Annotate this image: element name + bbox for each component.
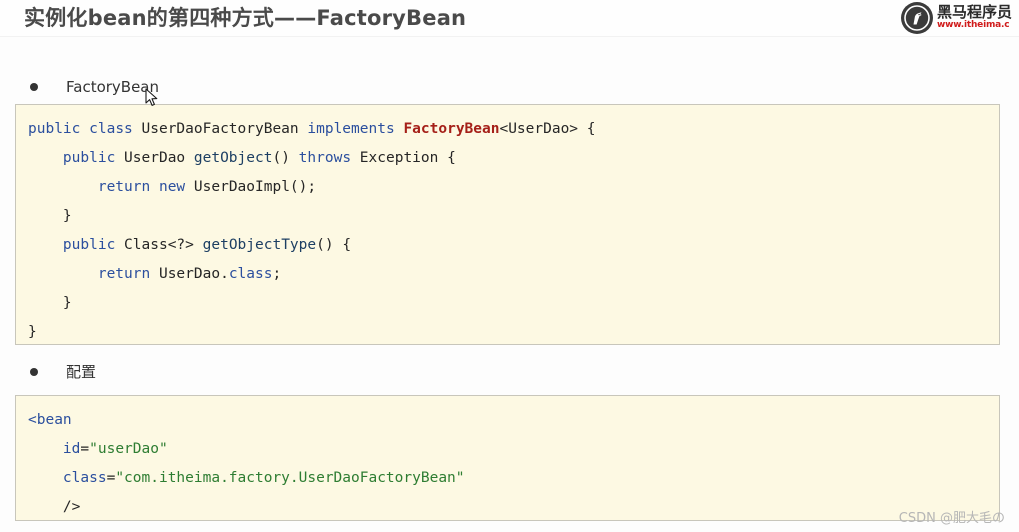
bullet-dot-icon <box>30 367 38 376</box>
java-code-line: public UserDao getObject() throws Except… <box>28 144 987 173</box>
page-title: 实例化bean的第四种方式——FactoryBean <box>24 6 467 30</box>
java-code-line: public class UserDaoFactoryBean implemen… <box>28 115 987 144</box>
java-code-token: } <box>28 295 72 311</box>
java-code-line: } <box>28 289 987 318</box>
java-code-token: new <box>158 179 186 195</box>
xml-code-token: class <box>62 470 107 486</box>
java-code-line: return UserDao.class; <box>28 260 987 289</box>
java-code-token: UserDao <box>115 150 194 166</box>
xml-code-token: "com.itheima.factory.UserDaoFactoryBean" <box>115 470 465 486</box>
java-code-token: <UserDao> { <box>499 121 596 137</box>
brand-name: 黑马程序员 <box>937 3 1013 22</box>
brand-logo: 黑马程序员 www.itheima.c <box>901 1 1019 35</box>
code-block-xml: <bean id="userDao" class="com.itheima.fa… <box>15 395 1000 521</box>
java-code-token: getObjectType <box>202 237 317 253</box>
java-code-token <box>28 150 63 166</box>
java-code-token: public <box>28 121 81 137</box>
java-code-token <box>28 237 63 253</box>
xml-code-token: id <box>62 441 81 457</box>
xml-code-line: id="userDao" <box>28 435 987 464</box>
java-code-token: ; <box>272 266 282 282</box>
java-code-token <box>28 179 98 195</box>
java-code-token: FactoryBean <box>403 121 500 137</box>
xml-code-token: = <box>80 441 90 457</box>
java-code-token: getObject <box>193 150 273 166</box>
java-code-token <box>80 121 89 137</box>
java-code-token: Exception { <box>351 150 456 166</box>
java-code-token: public <box>62 150 116 166</box>
xml-code-token: <bean <box>28 412 72 428</box>
bullet-item-factorybean: FactoryBean <box>30 78 159 96</box>
java-code-line: return new UserDaoImpl(); <box>28 173 987 202</box>
java-code-token: return <box>97 179 151 195</box>
java-code-line: } <box>28 202 987 231</box>
java-code-token: () { <box>316 237 352 253</box>
xml-code-token <box>28 470 63 486</box>
java-code-token: class <box>89 121 133 137</box>
java-code-token: throws <box>298 150 352 166</box>
xml-code-line: /> <box>28 493 987 520</box>
bullet-dot-icon <box>30 83 38 91</box>
java-code-token: UserDaoImpl(); <box>185 179 317 195</box>
java-code-token: } <box>28 324 37 340</box>
java-code-token <box>28 266 98 282</box>
java-code-token: () <box>272 150 299 166</box>
java-code-token: UserDaoFactoryBean <box>132 121 308 137</box>
code-block-java: public class UserDaoFactoryBean implemen… <box>15 104 1000 345</box>
xml-code-token: /> <box>28 499 81 515</box>
java-code-token <box>150 179 159 195</box>
java-code-token: return <box>97 266 151 282</box>
bullet-label: FactoryBean <box>66 78 160 96</box>
java-code-token: public <box>62 237 116 253</box>
bullet-label: 配置 <box>66 363 97 381</box>
csdn-watermark: CSDN @肥大毛の <box>898 511 1005 526</box>
page-header: 实例化bean的第四种方式——FactoryBean 黑马程序员 www.ith… <box>0 0 1019 37</box>
brand-url: www.itheima.c <box>937 20 1010 31</box>
brand-text: 黑马程序员 www.itheima.c <box>937 5 1012 30</box>
horse-head-icon <box>901 2 933 34</box>
java-code-token: class <box>228 266 273 282</box>
java-code-line: public Class<?> getObjectType() { <box>28 231 987 260</box>
xml-code-token: "userDao" <box>89 441 168 457</box>
xml-code-line: class="com.itheima.factory.UserDaoFactor… <box>28 464 987 493</box>
xml-code-line: <bean <box>28 406 987 435</box>
java-code-token: UserDao. <box>150 266 229 282</box>
java-code-token: Class<?> <box>115 237 203 253</box>
bullet-item-config: 配置 <box>30 361 96 382</box>
xml-code-token <box>28 441 63 457</box>
java-code-token: implements <box>307 121 395 137</box>
java-code-token: } <box>28 208 72 224</box>
java-code-line: } <box>28 318 987 344</box>
xml-code-token: = <box>106 470 116 486</box>
